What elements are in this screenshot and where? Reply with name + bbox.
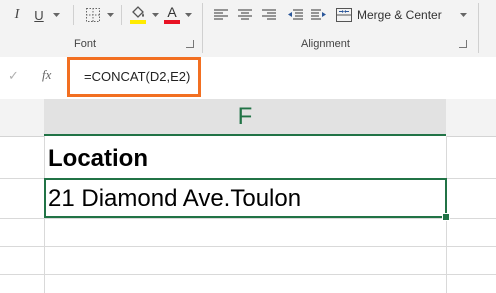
gridline	[0, 246, 496, 247]
formula-buttons: ✓ fx	[0, 63, 70, 91]
merge-cells-icon	[336, 8, 352, 22]
paint-bucket-icon	[132, 5, 144, 18]
cell-f1[interactable]: Location	[48, 145, 148, 173]
fill-color-button[interactable]	[127, 2, 149, 26]
divider	[73, 5, 74, 25]
selected-cell-border	[44, 178, 447, 218]
increase-indent-button[interactable]	[308, 3, 330, 27]
formula-text: =CONCAT(D2,E2)	[84, 69, 191, 84]
group-divider	[478, 3, 479, 53]
alignment-dialog-launcher-icon[interactable]	[459, 40, 467, 48]
confirm-icon[interactable]: ✓	[8, 68, 19, 84]
column-label: F	[237, 102, 253, 130]
increase-indent-icon	[311, 9, 326, 20]
decrease-indent-button[interactable]	[284, 3, 306, 27]
alignment-group-label: Alignment	[301, 38, 350, 50]
divider	[121, 5, 122, 25]
merge-center-button[interactable]: Merge & Center	[336, 3, 456, 27]
italic-button[interactable]: I	[6, 3, 28, 27]
align-left-icon	[214, 9, 228, 20]
fill-handle[interactable]	[442, 213, 450, 221]
align-center-button[interactable]	[234, 3, 256, 27]
formula-input[interactable]: =CONCAT(D2,E2)	[67, 57, 201, 97]
merge-center-label: Merge & Center	[357, 8, 442, 22]
worksheet-grid: F Location 21 Diamond Ave.Toulon	[0, 99, 496, 293]
font-color-dropdown[interactable]	[182, 3, 194, 27]
chevron-down-icon	[52, 12, 60, 17]
underline-button[interactable]: U	[28, 3, 50, 27]
gridline	[0, 274, 496, 275]
borders-dropdown[interactable]	[104, 3, 116, 27]
gridline	[0, 218, 496, 219]
decrease-indent-icon	[288, 9, 303, 20]
borders-button[interactable]	[82, 3, 104, 27]
column-header-f[interactable]: F	[44, 99, 446, 136]
font-color-button[interactable]: A	[162, 2, 182, 26]
ribbon: I U A Font Merge & Center Alignment	[0, 0, 496, 58]
font-color-swatch	[164, 19, 180, 24]
align-left-button[interactable]	[210, 3, 232, 27]
borders-icon	[86, 8, 100, 22]
font-group-label: Font	[74, 38, 97, 50]
fx-icon[interactable]: fx	[42, 67, 51, 83]
align-right-icon	[262, 9, 276, 20]
italic-icon: I	[14, 7, 20, 22]
column-header-left	[0, 99, 44, 137]
underline-icon: U	[34, 7, 44, 23]
align-right-button[interactable]	[258, 3, 280, 27]
font-dialog-launcher-icon[interactable]	[186, 40, 194, 48]
chevron-down-icon	[459, 12, 467, 17]
chevron-down-icon	[184, 12, 192, 17]
column-header-right	[446, 99, 496, 137]
merge-center-dropdown[interactable]	[456, 3, 470, 27]
fill-color-swatch	[130, 19, 146, 24]
chevron-down-icon	[106, 12, 114, 17]
fill-color-dropdown[interactable]	[149, 3, 161, 27]
underline-dropdown[interactable]	[50, 3, 62, 27]
align-center-icon	[238, 9, 252, 20]
chevron-down-icon	[151, 12, 159, 17]
font-color-icon: A	[167, 3, 177, 20]
group-divider	[202, 3, 203, 53]
